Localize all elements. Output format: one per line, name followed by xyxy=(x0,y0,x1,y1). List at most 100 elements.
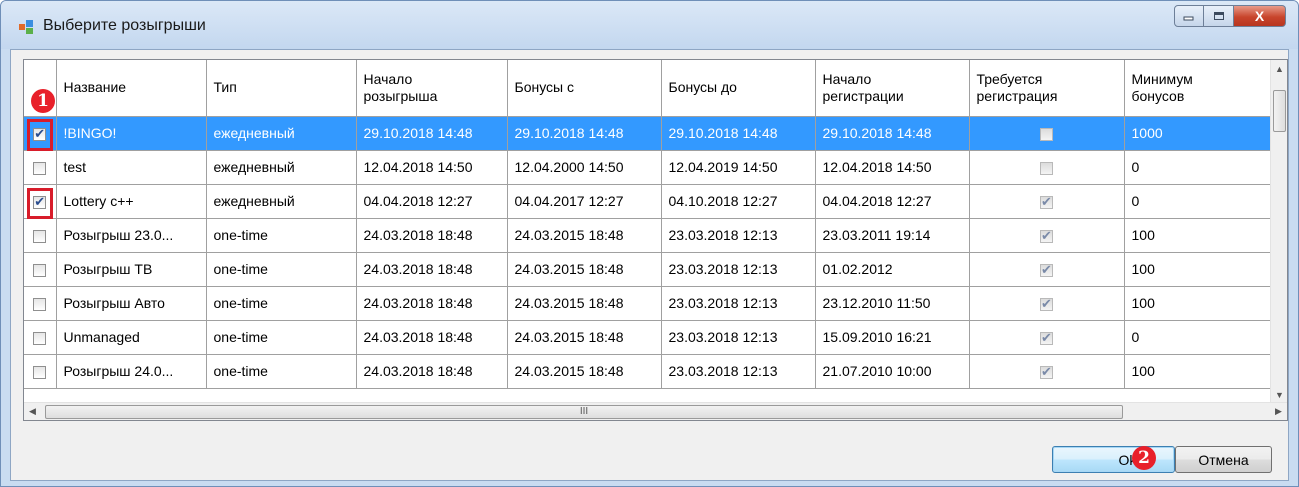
reg-required-checkbox xyxy=(1040,127,1053,141)
column-header-min-bonus[interactable]: Минимум бонусов xyxy=(1124,60,1275,117)
ok-button[interactable]: Ok xyxy=(1052,446,1175,473)
select-checkbox[interactable] xyxy=(33,229,47,243)
column-header-min-bonus-text: Минимум бонусов xyxy=(1131,70,1193,104)
column-header-reg-start-text: Начало регистрации xyxy=(822,70,904,104)
cell-min-bonus: 0 xyxy=(1124,150,1275,185)
cell-name: Lottery c++ xyxy=(56,184,207,219)
cell-reg-required xyxy=(969,150,1125,185)
cell-start: 29.10.2018 14:48 xyxy=(356,116,508,151)
select-checkbox[interactable] xyxy=(33,365,47,379)
annotation-highlight-row-1 xyxy=(27,119,53,151)
table-row[interactable]: Розыгрыш 23.0... one-time 24.03.2018 18:48… xyxy=(24,218,1275,253)
cell-name: Розыгрыш 23.0... xyxy=(56,218,207,253)
table-row[interactable]: Розыгрыш ТВ one-time 24.03.2018 18:48 24.03… xyxy=(24,252,1275,287)
maximize-button[interactable] xyxy=(1204,5,1234,27)
select-checkbox[interactable] xyxy=(33,331,47,345)
select-checkbox[interactable] xyxy=(33,161,47,175)
select-checkbox[interactable] xyxy=(33,297,47,311)
annotation-highlight-row-3 xyxy=(27,188,53,219)
cell-select xyxy=(24,286,57,321)
cell-bonus-from: 24.03.2015 18:48 xyxy=(507,252,662,287)
form-icon xyxy=(19,20,33,34)
dialog-window: Выберите розыгрыши X Название Тип Начало… xyxy=(0,0,1299,487)
cell-reg-required xyxy=(969,286,1125,321)
cancel-button-label: Отмена xyxy=(1198,451,1249,468)
table-row[interactable]: test ежедневный 12.04.2018 14:50 12.04.2000… xyxy=(24,150,1275,185)
cell-name: Unmanaged xyxy=(56,320,207,355)
column-header-bonus-from[interactable]: Бонусы с xyxy=(507,60,662,117)
reg-required-checkbox xyxy=(1040,364,1053,380)
cell-bonus-to: 23.03.2018 12:13 xyxy=(661,354,816,389)
cell-select xyxy=(24,218,57,253)
annotation-marker-1: 1 xyxy=(31,89,55,113)
cell-type: one-time xyxy=(206,354,357,389)
draws-grid[interactable]: Название Тип Начало розыгрыша Бонусы с Б… xyxy=(23,59,1288,421)
cell-bonus-from: 24.03.2015 18:48 xyxy=(507,320,662,355)
cell-reg-start: 23.03.2011 19:14 xyxy=(815,218,970,253)
cell-bonus-to: 29.10.2018 14:48 xyxy=(661,116,816,151)
close-button[interactable]: X xyxy=(1234,5,1286,27)
scroll-down-icon[interactable]: ▼ xyxy=(1271,386,1287,403)
column-header-reg-required-text: Требуется регистрация xyxy=(976,70,1058,104)
cell-reg-required xyxy=(969,320,1125,355)
reg-required-checkbox xyxy=(1040,161,1053,175)
cell-type: one-time xyxy=(206,286,357,321)
cell-min-bonus: 100 xyxy=(1124,286,1275,321)
horizontal-scroll-thumb[interactable]: III xyxy=(45,405,1123,419)
table-row[interactable]: Unmanaged one-time 24.03.2018 18:48 24.03.2… xyxy=(24,320,1275,355)
cell-name: Розыгрыш Авто xyxy=(56,286,207,321)
close-icon: X xyxy=(1254,8,1265,24)
cell-min-bonus: 1000 xyxy=(1124,116,1275,151)
cell-type: one-time xyxy=(206,218,357,253)
cell-type: ежедневный xyxy=(206,184,357,219)
cell-reg-required xyxy=(969,354,1125,389)
column-header-name[interactable]: Название xyxy=(56,60,207,117)
cell-bonus-to: 23.03.2018 12:13 xyxy=(661,252,816,287)
cell-select xyxy=(24,150,57,185)
cell-reg-start: 12.04.2018 14:50 xyxy=(815,150,970,185)
column-header-type[interactable]: Тип xyxy=(206,60,357,117)
reg-required-checkbox xyxy=(1040,296,1053,312)
reg-required-checkbox xyxy=(1040,228,1053,244)
minimize-icon xyxy=(1183,16,1194,21)
scroll-up-icon[interactable]: ▲ xyxy=(1271,60,1287,77)
cell-bonus-from: 12.04.2000 14:50 xyxy=(507,150,662,185)
select-checkbox[interactable] xyxy=(33,263,47,277)
cell-name: !BINGO! xyxy=(56,116,207,151)
vertical-scroll-thumb[interactable] xyxy=(1273,90,1286,132)
reg-required-checkbox xyxy=(1040,330,1053,346)
scroll-right-icon[interactable]: ▶ xyxy=(1270,403,1287,420)
column-header-start-text: Начало розыгрыша xyxy=(363,70,438,104)
cell-bonus-from: 24.03.2015 18:48 xyxy=(507,286,662,321)
vertical-scrollbar[interactable]: ▲ ▼ xyxy=(1270,60,1287,403)
table-row[interactable]: Lottery c++ежедневный04.04.2018 12:2704.… xyxy=(24,184,1275,219)
cell-type: one-time xyxy=(206,320,357,355)
grid-header-row: Название Тип Начало розыгрыша Бонусы с Б… xyxy=(24,60,1275,117)
annotation-marker-2: 2 xyxy=(1132,446,1156,470)
column-header-reg-start[interactable]: Начало регистрации xyxy=(815,60,970,117)
cell-type: ежедневный xyxy=(206,150,357,185)
cell-type: ежедневный xyxy=(206,116,357,151)
column-header-start[interactable]: Начало розыгрыша xyxy=(356,60,508,117)
reg-required-checkbox xyxy=(1040,262,1053,278)
cell-reg-required xyxy=(969,252,1125,287)
cell-reg-required xyxy=(969,184,1125,219)
title-bar[interactable]: Выберите розыгрыши X xyxy=(1,1,1298,49)
cell-select xyxy=(24,354,57,389)
cancel-button[interactable]: Отмена xyxy=(1175,446,1272,473)
cell-start: 24.03.2018 18:48 xyxy=(356,286,508,321)
grid-body: !BINGO!ежедневный29.10.2018 14:4829.10.2… xyxy=(24,116,1275,389)
table-row[interactable]: Розыгрыш 24.0... one-time 24.03.2018 18:48… xyxy=(24,354,1275,389)
table-row[interactable]: !BINGO!ежедневный29.10.2018 14:4829.10.2… xyxy=(24,116,1275,151)
scroll-left-icon[interactable]: ◀ xyxy=(24,403,41,420)
cell-bonus-to: 12.04.2019 14:50 xyxy=(661,150,816,185)
column-header-reg-required[interactable]: Требуется регистрация xyxy=(969,60,1125,117)
minimize-button[interactable] xyxy=(1174,5,1204,27)
horizontal-scrollbar[interactable]: ◀ III ▶ xyxy=(24,402,1287,420)
cell-select xyxy=(24,320,57,355)
table-row[interactable]: Розыгрыш Авто one-time 24.03.2018 18:48 24.… xyxy=(24,286,1275,321)
column-header-bonus-to[interactable]: Бонусы до xyxy=(661,60,816,117)
cell-start: 04.04.2018 12:27 xyxy=(356,184,508,219)
cell-reg-start: 21.07.2010 10:00 xyxy=(815,354,970,389)
reg-required-checkbox xyxy=(1040,194,1053,210)
